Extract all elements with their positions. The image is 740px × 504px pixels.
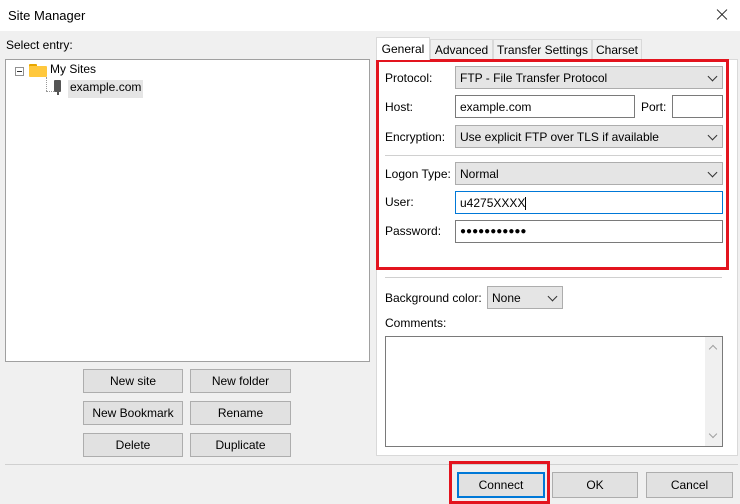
highlight-box xyxy=(376,59,729,270)
scroll-up-icon[interactable] xyxy=(708,344,718,354)
rename-button[interactable]: Rename xyxy=(190,401,291,425)
scroll-down-icon[interactable] xyxy=(708,429,718,439)
duplicate-button[interactable]: Duplicate xyxy=(190,433,291,457)
new-folder-button[interactable]: New folder xyxy=(190,369,291,393)
ok-button[interactable]: OK xyxy=(552,472,638,498)
server-icon-stand xyxy=(57,91,59,95)
cancel-button[interactable]: Cancel xyxy=(646,472,733,498)
site-tree[interactable]: My Sites example.com xyxy=(5,59,370,362)
collapse-icon[interactable] xyxy=(15,67,24,76)
comments-label: Comments: xyxy=(385,316,447,330)
chevron-down-icon xyxy=(547,291,558,302)
comments-scrollbar[interactable] xyxy=(705,337,722,446)
tab-transfer-settings[interactable]: Transfer Settings xyxy=(493,39,592,59)
folder-icon xyxy=(29,64,47,77)
tree-connector xyxy=(46,77,47,91)
new-site-button[interactable]: New site xyxy=(83,369,183,393)
tab-charset[interactable]: Charset xyxy=(592,39,642,59)
tree-item-example-com[interactable]: example.com xyxy=(68,80,144,98)
select-entry-label: Select entry: xyxy=(6,38,73,52)
comments-textarea[interactable] xyxy=(385,336,723,447)
close-icon[interactable] xyxy=(710,4,734,26)
tab-advanced[interactable]: Advanced xyxy=(430,39,493,59)
tab-general[interactable]: General xyxy=(376,37,430,60)
footer-divider xyxy=(5,464,738,465)
background-color-label: Background color: xyxy=(385,291,482,305)
window-title: Site Manager xyxy=(8,8,86,23)
divider xyxy=(385,277,722,278)
new-bookmark-button[interactable]: New Bookmark xyxy=(83,401,183,425)
connect-button[interactable]: Connect xyxy=(457,472,545,498)
tree-item-my-sites[interactable]: My Sites xyxy=(50,62,96,80)
title-bar: Site Manager xyxy=(0,0,740,31)
background-color-select[interactable]: None xyxy=(487,286,563,309)
delete-button[interactable]: Delete xyxy=(83,433,183,457)
background-color-value: None xyxy=(492,291,521,305)
